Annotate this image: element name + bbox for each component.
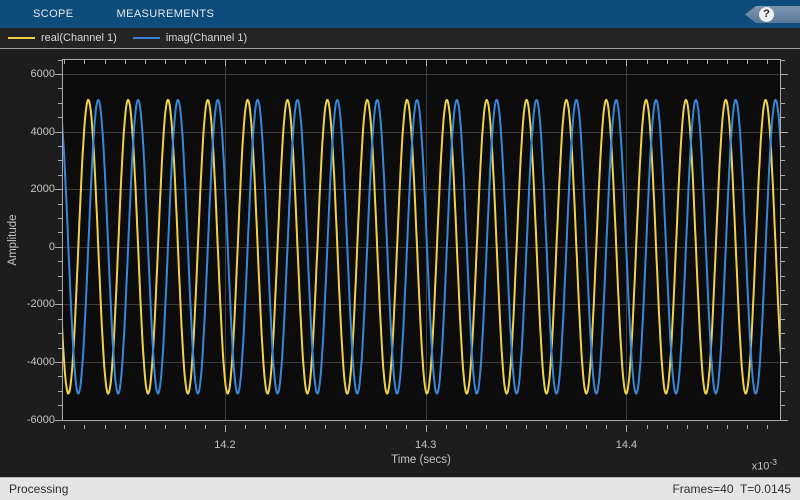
status-frames-time: Frames=40 T=0.0145 (672, 482, 791, 496)
status-message: Processing (9, 482, 68, 496)
scope-window: SCOPE MEASUREMENTS ? real(Channel 1) ima… (0, 0, 800, 500)
status-bar: Processing Frames=40 T=0.0145 (0, 477, 800, 500)
waveform-canvas[interactable] (0, 0, 800, 500)
